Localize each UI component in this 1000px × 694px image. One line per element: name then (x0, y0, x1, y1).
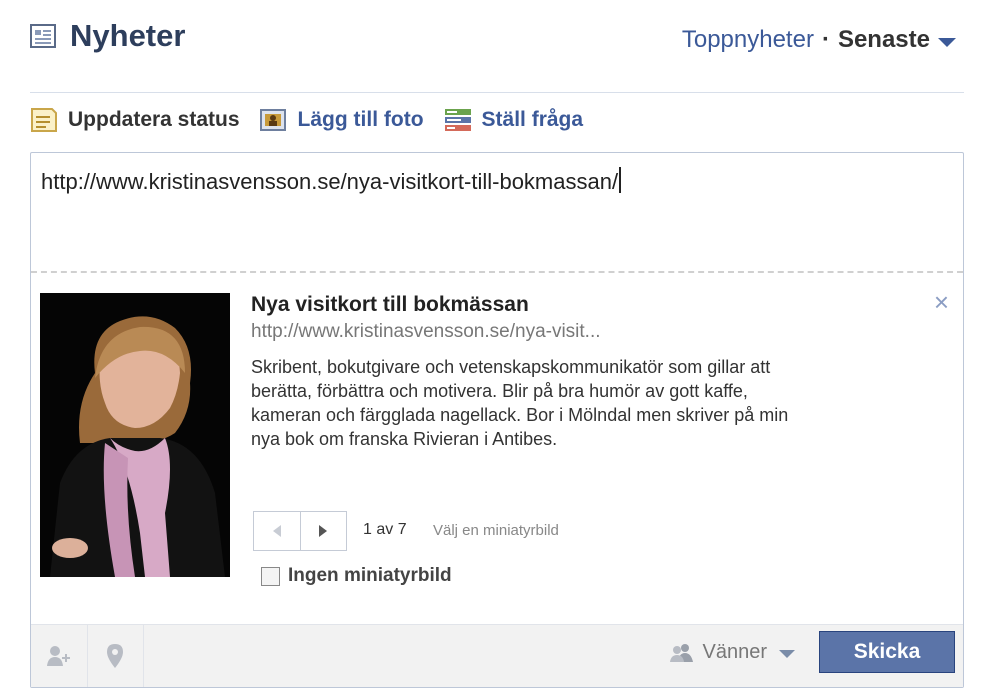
arrow-left-icon (272, 525, 281, 537)
choose-thumbnail-label: Välj en miniatyrbild (433, 522, 559, 539)
question-icon (444, 109, 471, 131)
link-title[interactable]: Nya visitkort till bokmässan (251, 293, 529, 317)
no-thumbnail-option[interactable]: Ingen miniatyrbild (261, 565, 452, 587)
link-url: http://www.kristinasvensson.se/nya-visit… (251, 321, 601, 342)
submit-button[interactable]: Skicka (819, 631, 955, 673)
thumbnail-pager (253, 511, 347, 551)
latest-news-link[interactable]: Senaste (838, 26, 930, 54)
tag-people-button[interactable] (31, 625, 88, 687)
chevron-down-icon[interactable] (938, 37, 956, 47)
status-input-text: http://www.kristinasvensson.se/nya-visit… (41, 169, 619, 194)
link-thumbnail (40, 293, 230, 577)
composer-divider (31, 271, 963, 273)
audience-selector[interactable]: Vänner (669, 641, 795, 664)
add-person-icon (47, 646, 70, 666)
status-composer: http://www.kristinasvensson.se/nya-visit… (30, 152, 964, 688)
composer-footer: Vänner Skicka (31, 624, 963, 687)
arrow-right-icon (319, 525, 328, 537)
friends-icon (669, 643, 693, 662)
status-input[interactable]: http://www.kristinasvensson.se/nya-visit… (41, 167, 622, 195)
header-divider (30, 92, 964, 93)
thumbnail-counter: 1 av 7 (363, 521, 407, 538)
tab-label: Ställ fråga (481, 108, 584, 131)
chevron-down-icon (779, 650, 795, 658)
composer-tabs: Uppdatera status Lägg till foto Ställ fr… (30, 104, 603, 136)
no-thumbnail-checkbox[interactable] (261, 566, 280, 586)
tab-ask-question[interactable]: Ställ fråga (444, 107, 584, 133)
link-description: Skribent, bokutgivare och vetenskapskomm… (251, 357, 789, 449)
sort-separator: · (821, 26, 830, 53)
text-cursor (619, 167, 622, 193)
photo-icon (259, 109, 286, 131)
portrait-image (40, 293, 230, 577)
previous-thumbnail-button[interactable] (254, 512, 300, 550)
tab-add-photo[interactable]: Lägg till foto (259, 107, 424, 133)
status-icon (31, 108, 57, 132)
location-pin-icon (107, 644, 123, 668)
page-title: Nyheter (70, 18, 186, 53)
feed-sort: Toppnyheter · Senaste (682, 26, 956, 54)
audience-label: Vänner (702, 641, 768, 663)
add-location-button[interactable] (87, 625, 144, 687)
tab-update-status[interactable]: Uppdatera status (30, 107, 240, 133)
no-thumbnail-label: Ingen miniatyrbild (288, 565, 452, 586)
news-header: Nyheter Toppnyheter · Senaste (30, 18, 964, 66)
next-thumbnail-button[interactable] (299, 512, 347, 550)
close-icon[interactable]: × (934, 287, 949, 318)
top-news-link[interactable]: Toppnyheter (682, 26, 814, 54)
tab-label: Lägg till foto (297, 108, 424, 131)
tab-label: Uppdatera status (68, 108, 240, 131)
news-feed-icon (30, 24, 56, 48)
